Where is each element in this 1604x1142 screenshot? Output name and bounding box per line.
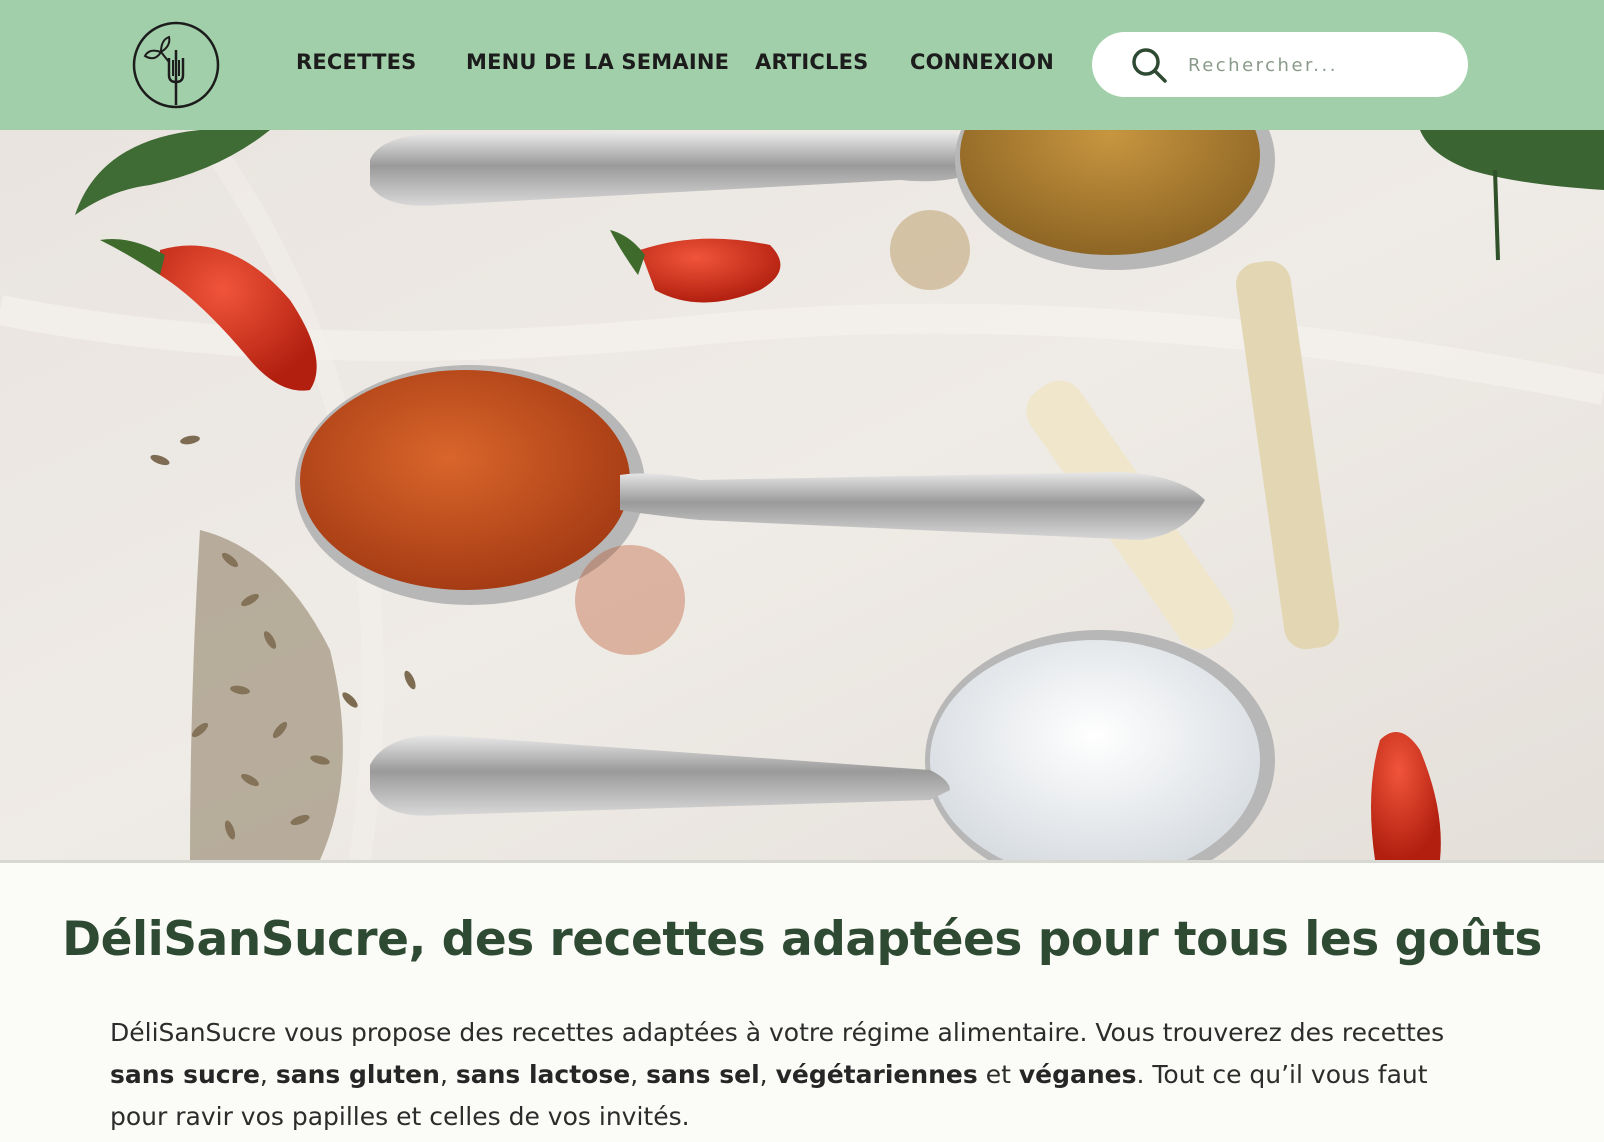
nav-connexion[interactable]: CONNEXION <box>910 50 1054 74</box>
section-divider <box>0 860 1604 863</box>
nav-recettes[interactable]: RECETTES <box>296 50 416 74</box>
diet-sans-lactose: sans lactose <box>455 1060 631 1089</box>
nav-menu-semaine[interactable]: MENU DE LA SEMAINE <box>466 50 729 74</box>
search-bar[interactable] <box>1092 32 1468 97</box>
hero-image-spices <box>0 130 1604 860</box>
intro-sep: , <box>630 1060 647 1089</box>
diet-sans-sucre: sans sucre <box>110 1060 260 1089</box>
site-header: RECETTES MENU DE LA SEMAINE ARTICLES CON… <box>0 0 1604 130</box>
diet-sans-sel: sans sel <box>646 1060 760 1089</box>
intro-sep: , <box>759 1060 776 1089</box>
intro-sep: et <box>977 1060 1019 1089</box>
nav-articles[interactable]: ARTICLES <box>755 50 868 74</box>
spices-photo <box>0 130 1604 860</box>
search-input[interactable] <box>1188 48 1438 82</box>
intro-text: DéliSanSucre vous propose des recettes a… <box>110 1018 1445 1047</box>
intro-sep: , <box>259 1060 276 1089</box>
diet-veganes: véganes <box>1018 1060 1137 1089</box>
intro-paragraph: DéliSanSucre vous propose des recettes a… <box>110 1012 1490 1138</box>
diet-sans-gluten: sans gluten <box>275 1060 440 1089</box>
search-icon[interactable] <box>1130 46 1168 84</box>
intro-sep: , <box>439 1060 456 1089</box>
page-title: DéliSanSucre, des recettes adaptées pour… <box>62 912 1542 967</box>
diet-vegetariennes: végétariennes <box>775 1060 978 1089</box>
fork-leaf-icon[interactable] <box>131 20 221 110</box>
